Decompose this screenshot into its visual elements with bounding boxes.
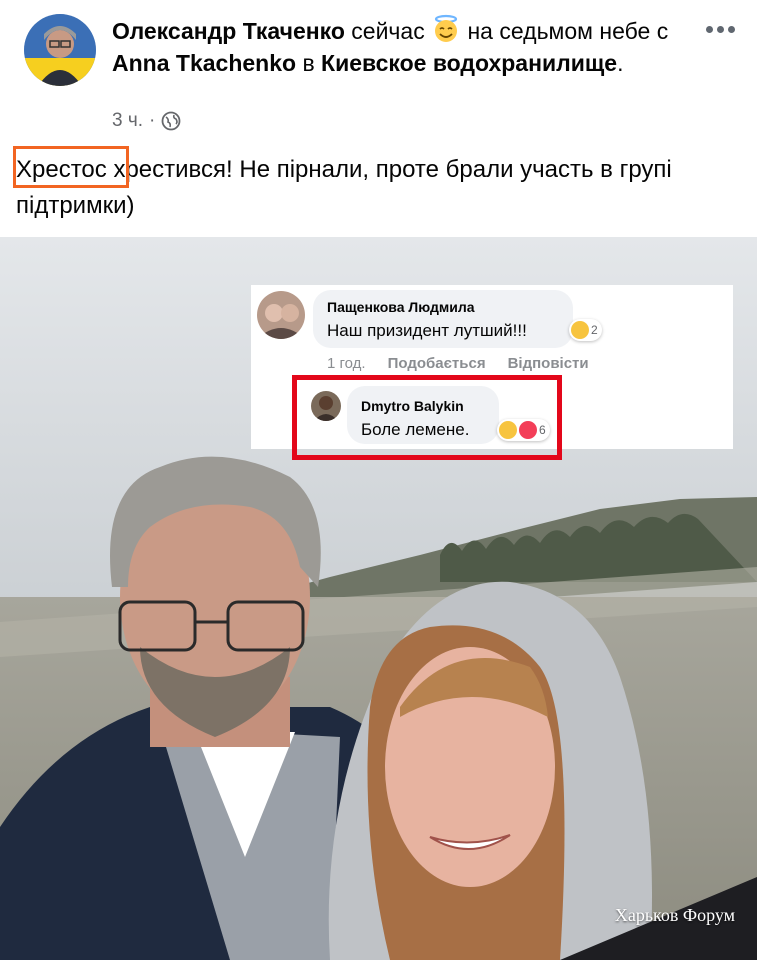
post-header: Олександр Ткаченко сейчас на седьмом неб… (112, 14, 682, 79)
more-options-icon[interactable] (706, 26, 735, 33)
reaction-count: 2 (591, 323, 598, 337)
comment-time[interactable]: 1 год. (327, 355, 366, 372)
place-link[interactable]: Киевское водохранилище (321, 50, 617, 76)
tagged-person[interactable]: Anna Tkachenko (112, 50, 296, 76)
commenter-name[interactable]: Пащенкова Людмила (327, 299, 475, 315)
post-timestamp[interactable]: 3 ч. (112, 110, 143, 132)
like-link[interactable]: Подобається (388, 355, 486, 372)
feeling-text: на седьмом небе с (467, 18, 669, 44)
post-meta: 3 ч. · (112, 110, 181, 132)
header-period: . (617, 50, 624, 76)
globe-icon[interactable] (161, 111, 181, 131)
orange-highlight-frame (13, 146, 129, 188)
comment-bubble[interactable]: Пащенкова Людмила Наш призидент лутший!!… (313, 290, 573, 348)
author-avatar[interactable] (24, 14, 96, 86)
haha-reaction-icon (571, 321, 589, 339)
comment-actions: 1 год. Подобається Відповісти (327, 355, 589, 372)
reply-link[interactable]: Відповісти (508, 355, 589, 372)
in-word: в (302, 50, 315, 76)
comment-reactions[interactable]: 2 (569, 319, 602, 341)
meta-separator: · (149, 110, 156, 131)
angel-emoji-icon (434, 14, 458, 42)
red-highlight-frame (292, 375, 562, 460)
watermark: Харьков Форум (614, 905, 735, 925)
author-name[interactable]: Олександр Ткаченко (112, 18, 345, 44)
post-time-word: сейчас (351, 18, 425, 44)
comment-text: Наш призидент лутший!!! (327, 321, 527, 340)
commenter-avatar[interactable] (257, 291, 305, 339)
